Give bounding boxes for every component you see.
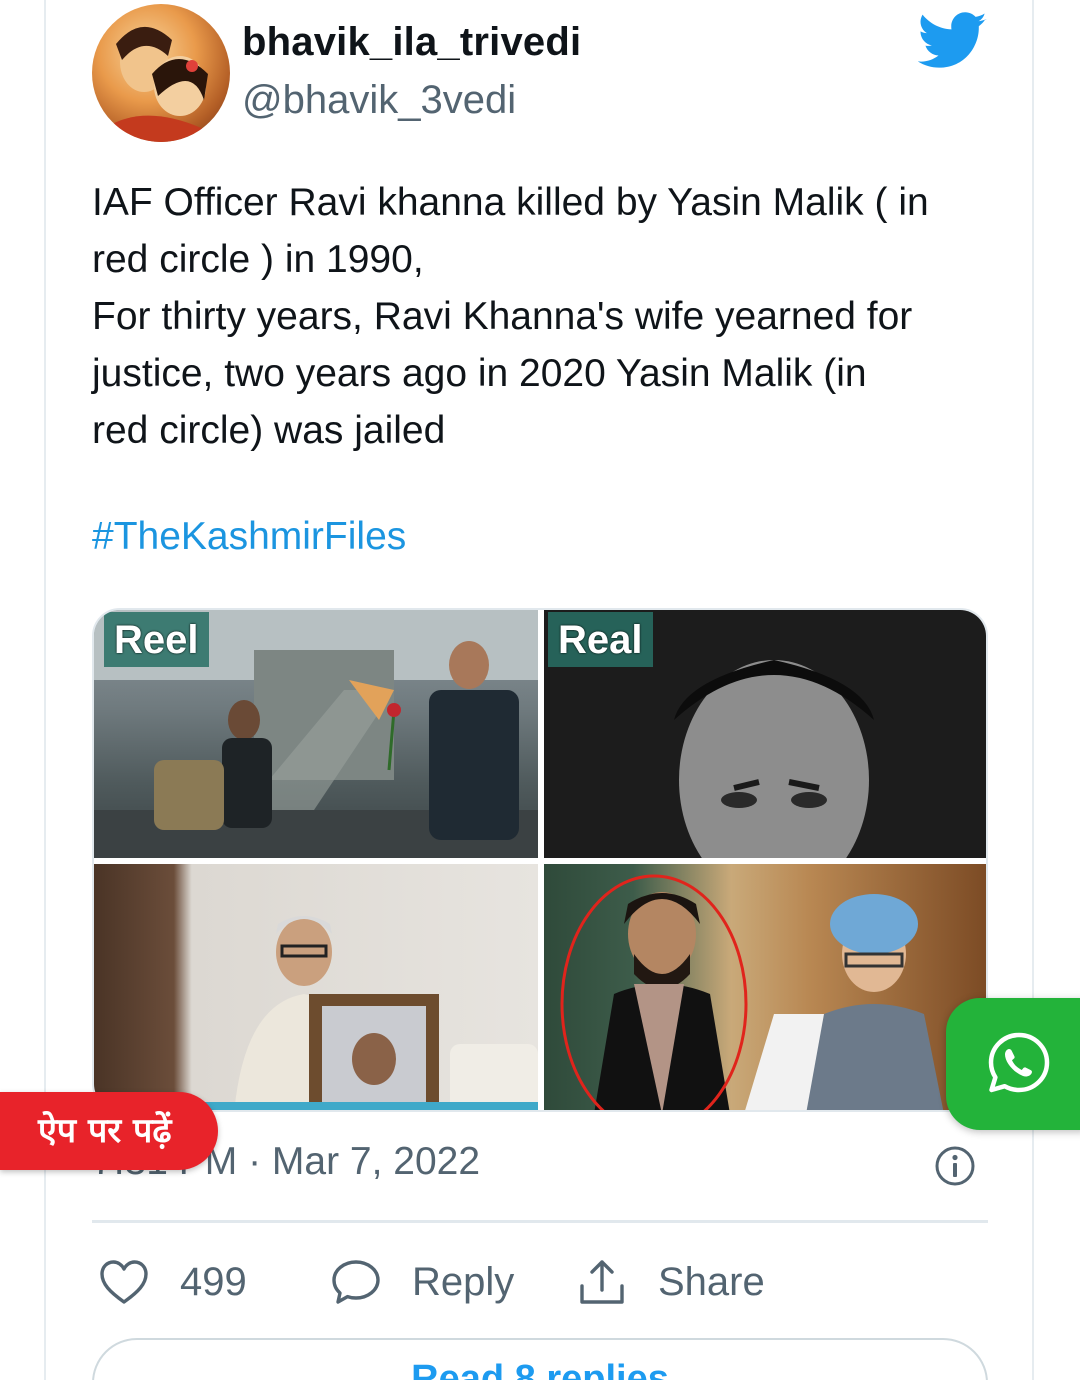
tweet-text-line: For thirty years, Ravi Khanna's wife yea…	[92, 295, 913, 338]
media-photo-film-still[interactable]: Reel	[94, 610, 538, 858]
tweet-embed: bhavik_ila_trivedi @bhavik_3vedi IAF Off…	[0, 0, 1080, 1380]
hashtag-link[interactable]: #TheKashmirFiles	[92, 515, 406, 559]
reply-button[interactable]: Reply	[328, 1252, 514, 1312]
card-border	[44, 0, 46, 1380]
share-icon	[580, 1260, 624, 1304]
tweet-text-line: red circle ) in 1990,	[92, 238, 424, 281]
tweet-text-line: IAF Officer Ravi khanna killed by Yasin …	[92, 181, 929, 224]
twitter-bird-icon[interactable]	[917, 12, 988, 70]
avatar[interactable]	[92, 4, 230, 142]
tweet-text: IAF Officer Ravi khanna killed by Yasin …	[92, 174, 1012, 459]
card-border	[1032, 0, 1034, 1380]
tweet-text-line: red circle) was jailed	[92, 409, 446, 452]
read-replies-button[interactable]: Read 8 replies	[92, 1338, 988, 1380]
heart-icon	[100, 1260, 148, 1304]
divider	[92, 1220, 988, 1223]
open-in-app-banner[interactable]: ऐप पर पढ़ें	[0, 1092, 218, 1170]
like-count: 499	[180, 1259, 247, 1304]
media-grid: Reel Real	[92, 608, 988, 1112]
info-icon[interactable]	[934, 1145, 976, 1187]
like-button[interactable]: 499	[96, 1252, 247, 1312]
media-tag: Real	[548, 612, 653, 667]
media-photo-portrait[interactable]: Real	[544, 610, 986, 858]
user-handle[interactable]: @bhavik_3vedi	[242, 78, 516, 123]
speech-bubble-icon	[332, 1260, 380, 1304]
whatsapp-icon	[988, 1032, 1050, 1093]
tweet-text-line: justice, two years ago in 2020 Yasin Mal…	[92, 352, 867, 395]
share-label: Share	[658, 1259, 765, 1304]
reply-label: Reply	[412, 1259, 515, 1304]
display-name[interactable]: bhavik_ila_trivedi	[242, 20, 581, 65]
share-button[interactable]: Share	[574, 1252, 765, 1312]
media-tag: Reel	[104, 612, 209, 667]
media-photo-meeting[interactable]	[544, 864, 986, 1110]
whatsapp-share-button[interactable]	[946, 998, 1080, 1130]
media-photo-wife-with-portrait[interactable]	[94, 864, 538, 1110]
